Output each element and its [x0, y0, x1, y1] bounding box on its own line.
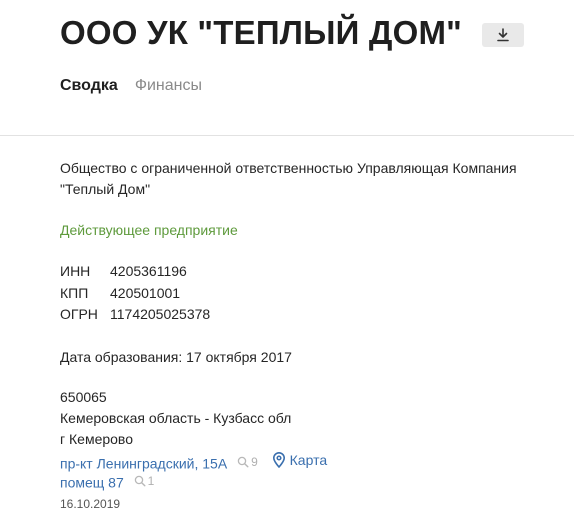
- code-value: 4205361196: [110, 263, 187, 279]
- search-icon: [134, 475, 146, 487]
- premises-search-counter[interactable]: 1: [134, 471, 155, 492]
- street-search-counter[interactable]: 9: [237, 452, 258, 473]
- code-label: ОГРН: [60, 306, 98, 322]
- download-button[interactable]: [482, 23, 525, 47]
- code-row-ogrn: ОГРН 1174205025378: [60, 304, 574, 326]
- code-row-kpp: КПП 420501001: [60, 283, 574, 305]
- premises-line: помещ 87 1: [60, 471, 574, 492]
- company-full-name: Общество с ограниченной ответственностью…: [60, 160, 517, 197]
- map-label: Карта: [289, 451, 328, 468]
- page-header: ООО УК "ТЕПЛЫЙ ДОМ": [60, 14, 525, 52]
- street-count: 9: [251, 454, 258, 469]
- street-line: пр-кт Ленинградский, 15А 9 Карта: [60, 450, 574, 473]
- page-title: ООО УК "ТЕПЛЫЙ ДОМ": [60, 14, 463, 51]
- company-info: Общество с ограниченной ответственностью…: [60, 158, 574, 515]
- premises-link[interactable]: помещ 87: [60, 474, 124, 490]
- status-text: Действующее предприятие: [60, 222, 238, 238]
- premises-count: 1: [147, 473, 155, 488]
- founded-date: Дата образования: 17 октября 2017: [60, 348, 292, 365]
- tab-bar: Сводка Финансы: [60, 77, 202, 95]
- tab-finance[interactable]: Финансы: [135, 77, 202, 95]
- code-value: 420501001: [110, 284, 181, 301]
- address-date: 16.10.2019: [60, 496, 121, 511]
- code-label: ИНН: [60, 263, 91, 279]
- street-link[interactable]: пр-кт Ленинградский, 15А: [60, 455, 227, 471]
- company-codes: ИНН 4205361196 КПП 420501001 ОГРН 117420…: [60, 261, 574, 326]
- divider: [0, 135, 574, 136]
- code-row-inn: ИНН 4205361196: [60, 261, 574, 283]
- download-icon: [497, 28, 509, 42]
- address-block: 650065 Кемеровская область - Кузбасс обл…: [60, 387, 574, 515]
- search-icon: [237, 456, 249, 468]
- city: г Кемерово: [60, 430, 133, 447]
- postcode: 650065: [60, 388, 107, 405]
- tab-summary[interactable]: Сводка: [60, 77, 118, 95]
- map-pin-icon: [272, 452, 285, 468]
- map-link[interactable]: Карта: [272, 450, 327, 471]
- code-label: КПП: [60, 284, 89, 301]
- code-value: 1174205025378: [110, 306, 211, 322]
- region: Кемеровская область - Кузбасс обл: [60, 409, 292, 426]
